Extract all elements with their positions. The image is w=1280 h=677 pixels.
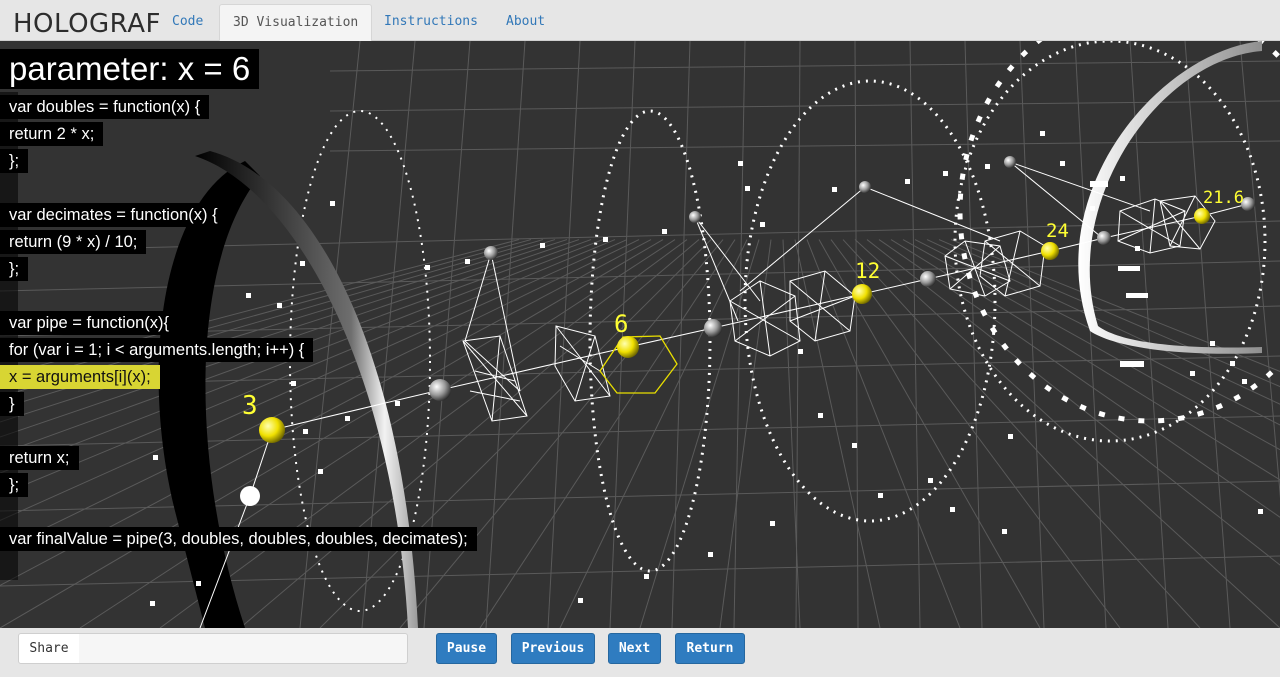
code-line: }; [0, 473, 29, 497]
previous-button[interactable]: Previous [511, 633, 595, 664]
tab-about[interactable]: About [493, 4, 558, 41]
visualization-viewport[interactable]: 3 6 12 24 21.6 parameter: x = 6 var doub… [0, 41, 1280, 628]
code-line: var decimates = function(x) { [0, 203, 227, 227]
app-brand: HOLOGRAF [13, 9, 161, 39]
code-line: return x; [0, 446, 79, 470]
bottom-toolbar: Share Pause Previous Next Return [0, 628, 1280, 677]
code-line: }; [0, 149, 29, 173]
parameter-title: parameter: x = 6 [0, 49, 260, 89]
code-line: }; [0, 257, 29, 281]
code-line: var doubles = function(x) { [0, 95, 210, 119]
code-line: return 2 * x; [0, 122, 104, 146]
tab-3d-visualization[interactable]: 3D Visualization [219, 4, 373, 41]
code-line: } [0, 392, 24, 416]
return-button[interactable]: Return [675, 633, 745, 664]
tab-instructions[interactable]: Instructions [371, 4, 491, 41]
code-line: for (var i = 1; i < arguments.length; i+… [0, 338, 314, 362]
code-line: var pipe = function(x){ [0, 311, 179, 335]
tab-code[interactable]: Code [159, 4, 216, 41]
code-line: return (9 * x) / 10; [0, 230, 147, 254]
top-navbar: HOLOGRAF Code 3D Visualization Instructi… [0, 0, 1280, 41]
code-line-highlighted: x = arguments[i](x); [0, 365, 160, 389]
code-line: var finalValue = pipe(3, doubles, double… [0, 527, 477, 551]
code-overlay: parameter: x = 6 var doubles = function(… [0, 41, 1280, 628]
next-button[interactable]: Next [608, 633, 661, 664]
pause-button[interactable]: Pause [436, 633, 497, 664]
share-label[interactable]: Share [18, 633, 80, 664]
share-url-input[interactable] [79, 633, 408, 664]
